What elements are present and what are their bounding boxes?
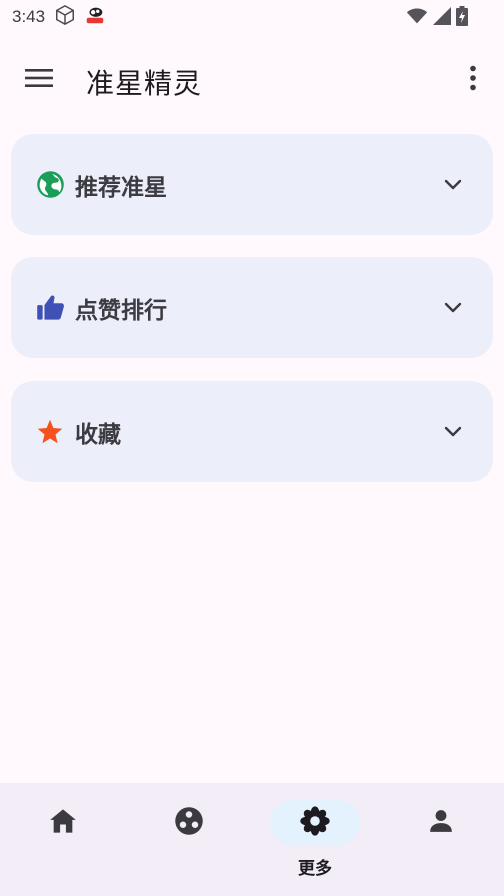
nav-home[interactable]	[0, 783, 126, 896]
nav-more-label: 更多	[298, 859, 332, 879]
more-vert-icon	[469, 65, 477, 95]
person-icon	[428, 808, 454, 838]
thumb-up-icon	[35, 293, 65, 323]
menu-button[interactable]	[15, 58, 63, 102]
page-title: 准星精灵	[86, 67, 203, 100]
nav-discover[interactable]	[126, 783, 252, 896]
status-time: 3:43	[12, 7, 46, 26]
status-notification-icons	[54, 4, 106, 31]
app-bar: 准星精灵	[0, 34, 504, 126]
circles-icon	[174, 806, 204, 840]
battery-charging-icon	[456, 6, 468, 31]
card-label: 收藏	[75, 421, 121, 448]
more-options-button[interactable]	[457, 58, 489, 102]
nav-profile[interactable]	[378, 783, 504, 896]
status-system-icons	[406, 6, 468, 31]
home-icon	[49, 808, 77, 838]
chevron-down-icon[interactable]	[441, 296, 465, 320]
status-bar: 3:43	[0, 0, 504, 34]
wifi-icon	[406, 6, 428, 31]
hamburger-menu-icon	[25, 67, 53, 93]
card-label: 推荐准星	[75, 174, 167, 201]
signal-icon	[432, 6, 452, 31]
nav-more[interactable]: 更多	[252, 783, 378, 896]
bottom-navigation: 更多	[0, 783, 504, 896]
globe-icon	[35, 170, 65, 200]
star-icon	[35, 417, 65, 447]
game-app-icon	[84, 4, 106, 31]
chevron-down-icon[interactable]	[441, 173, 465, 197]
flower-icon	[299, 805, 331, 841]
card-like-ranking[interactable]: 点赞排行	[11, 257, 493, 358]
box-icon	[54, 4, 76, 31]
card-recommended[interactable]: 推荐准星	[11, 134, 493, 235]
chevron-down-icon[interactable]	[441, 420, 465, 444]
card-favorites[interactable]: 收藏	[11, 381, 493, 482]
card-label: 点赞排行	[75, 297, 167, 324]
